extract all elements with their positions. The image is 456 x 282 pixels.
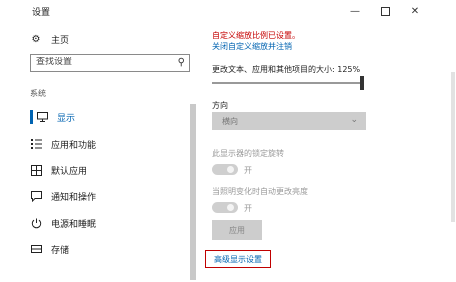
- sidebar-item-label: 显示: [57, 113, 76, 124]
- sidebar-item-default-apps[interactable]: 默认应用: [30, 162, 87, 178]
- advanced-display-settings-link[interactable]: 高级显示设置: [205, 250, 271, 268]
- scale-slider-track[interactable]: [212, 82, 362, 84]
- sidebar-item-label: 应用和功能: [51, 140, 97, 151]
- active-indicator: [30, 110, 33, 124]
- sidebar-item-label: 默认应用: [51, 166, 88, 177]
- auto-change-label: 当照明变化时自动更改亮度: [212, 187, 308, 196]
- turn-off-custom-scale-link[interactable]: 关闭自定义缩放并注销: [212, 41, 292, 52]
- sidebar-item-label: 电源和睡眠: [51, 219, 97, 230]
- sidebar: ⚙ 主页 ⚲ 系统 显示 应用和功能 默认应用: [0, 22, 200, 282]
- search-icon[interactable]: ⚲: [178, 57, 185, 68]
- rotation-lock-state: 开: [244, 166, 252, 175]
- sidebar-item-apps[interactable]: 应用和功能: [30, 136, 96, 152]
- storage-icon: [30, 243, 42, 255]
- section-label: 系统: [30, 89, 46, 98]
- close-icon: ✕: [410, 5, 420, 17]
- title-bar: 设置 — ✕: [0, 0, 456, 22]
- apply-button[interactable]: 应用: [212, 220, 262, 240]
- power-icon: [30, 217, 42, 229]
- custom-scale-warning: 自定义缩放比例已设置。: [212, 31, 300, 40]
- auto-change-state: 开: [244, 204, 252, 213]
- sidebar-scrollbar[interactable]: [190, 104, 196, 280]
- sidebar-item-home[interactable]: ⚙ 主页: [30, 31, 70, 47]
- maximize-icon: [380, 6, 390, 16]
- window-title: 设置: [32, 8, 51, 18]
- close-button[interactable]: ✕: [400, 0, 430, 22]
- minimize-icon: —: [350, 5, 360, 17]
- content-scrollbar[interactable]: [451, 72, 455, 222]
- sidebar-item-label: 通知和操作: [51, 192, 97, 203]
- orientation-dropdown[interactable]: 横向 ⌄: [212, 112, 366, 130]
- default-apps-icon: [30, 164, 42, 176]
- apps-list-icon: [30, 138, 42, 150]
- toggle-knob: [227, 166, 234, 173]
- chevron-down-icon: ⌄: [350, 115, 358, 125]
- sidebar-item-label: 存储: [51, 245, 70, 256]
- sidebar-item-notifications[interactable]: 通知和操作: [30, 188, 96, 204]
- rotation-lock-toggle[interactable]: [212, 164, 238, 175]
- scale-slider-thumb[interactable]: [360, 76, 364, 90]
- maximize-button[interactable]: [370, 0, 400, 22]
- orientation-value: 横向: [222, 117, 238, 126]
- minimize-button[interactable]: —: [340, 0, 370, 22]
- gear-icon: ⚙: [31, 33, 41, 45]
- search-input[interactable]: [36, 57, 176, 67]
- notification-icon: [30, 190, 42, 202]
- auto-change-toggle[interactable]: [212, 202, 238, 213]
- orientation-label: 方向: [212, 101, 228, 110]
- sidebar-item-display[interactable]: 显示: [36, 109, 75, 125]
- rotation-lock-label: 此显示器的锁定旋转: [212, 149, 284, 158]
- monitor-icon: [36, 111, 48, 123]
- toggle-knob: [227, 204, 234, 211]
- sidebar-item-power[interactable]: 电源和睡眠: [30, 215, 96, 231]
- settings-window: 设置 — ✕ ⚙ 主页 ⚲ 系统 显示: [0, 0, 456, 282]
- sidebar-item-storage[interactable]: 存储: [30, 241, 69, 257]
- scale-label: 更改文本、应用和其他项目的大小: 125%: [212, 65, 361, 74]
- sidebar-item-label: 主页: [51, 35, 70, 46]
- display-settings-panel: 自定义缩放比例已设置。 关闭自定义缩放并注销 更改文本、应用和其他项目的大小: …: [200, 22, 456, 282]
- search-field[interactable]: ⚲: [30, 54, 190, 72]
